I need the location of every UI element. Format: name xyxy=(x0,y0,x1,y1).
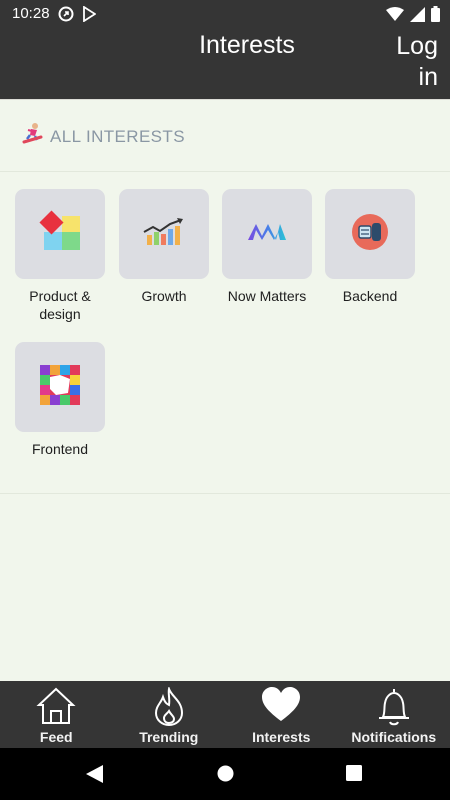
section-title: ALL INTERESTS xyxy=(50,126,185,146)
interest-frontend[interactable]: Frontend xyxy=(8,342,112,458)
status-time: 10:28 xyxy=(12,5,50,22)
home-icon xyxy=(36,687,76,730)
appbar-divider xyxy=(0,99,450,100)
heart-icon xyxy=(261,687,301,728)
recents-icon[interactable] xyxy=(346,765,362,786)
nav-interests[interactable]: Interests xyxy=(225,681,338,748)
frontend-blocks-icon xyxy=(40,364,80,410)
interest-label: Backend xyxy=(342,288,398,304)
section-divider-top xyxy=(0,171,450,172)
interest-tile xyxy=(15,342,105,432)
interest-product-design[interactable]: Product & design xyxy=(8,189,112,323)
nav-trending[interactable]: Trending xyxy=(113,681,226,748)
notification-icon xyxy=(58,6,74,27)
app-bar: Interests Log in xyxy=(0,28,450,99)
battery-icon xyxy=(431,6,440,27)
interest-label: Product & design xyxy=(29,288,91,322)
system-nav xyxy=(0,748,450,800)
bottom-nav: Feed Trending Interests Notifications xyxy=(0,681,450,748)
page-title: Interests xyxy=(199,31,295,59)
bell-icon xyxy=(374,687,414,732)
interest-growth[interactable]: Growth xyxy=(112,189,216,305)
interest-tile xyxy=(15,189,105,279)
section-divider-bottom xyxy=(0,493,450,494)
interest-label: Frontend xyxy=(31,441,89,457)
nav-label: Feed xyxy=(39,729,73,745)
nav-label: Interests xyxy=(252,729,311,745)
nav-feed[interactable]: Feed xyxy=(0,681,113,748)
interest-tile xyxy=(325,189,415,279)
login-button[interactable]: Log in xyxy=(390,31,438,93)
interest-tile xyxy=(222,189,312,279)
interest-backend[interactable]: Backend xyxy=(318,189,422,305)
interest-label: Growth xyxy=(141,288,187,304)
status-bar: 10:28 xyxy=(0,0,450,28)
nav-label: Trending xyxy=(139,729,199,745)
flame-icon xyxy=(152,685,186,732)
nav-notifications[interactable]: Notifications xyxy=(338,681,450,748)
back-icon[interactable] xyxy=(86,765,103,788)
snowboarder-icon xyxy=(22,122,44,151)
interest-label: Now Matters xyxy=(227,288,307,304)
signal-icon xyxy=(410,6,425,27)
play-store-icon xyxy=(82,5,97,27)
nav-label: Notifications xyxy=(351,729,437,745)
product-design-icon xyxy=(38,209,82,259)
section-header: ALL INTERESTS xyxy=(22,122,185,151)
interest-tile xyxy=(119,189,209,279)
backend-server-icon xyxy=(351,213,389,256)
now-matters-icon xyxy=(247,222,287,247)
wifi-icon xyxy=(386,6,404,27)
growth-chart-icon xyxy=(143,217,185,252)
interest-now-matters[interactable]: Now Matters xyxy=(215,189,319,305)
home-button-icon[interactable] xyxy=(217,765,234,787)
